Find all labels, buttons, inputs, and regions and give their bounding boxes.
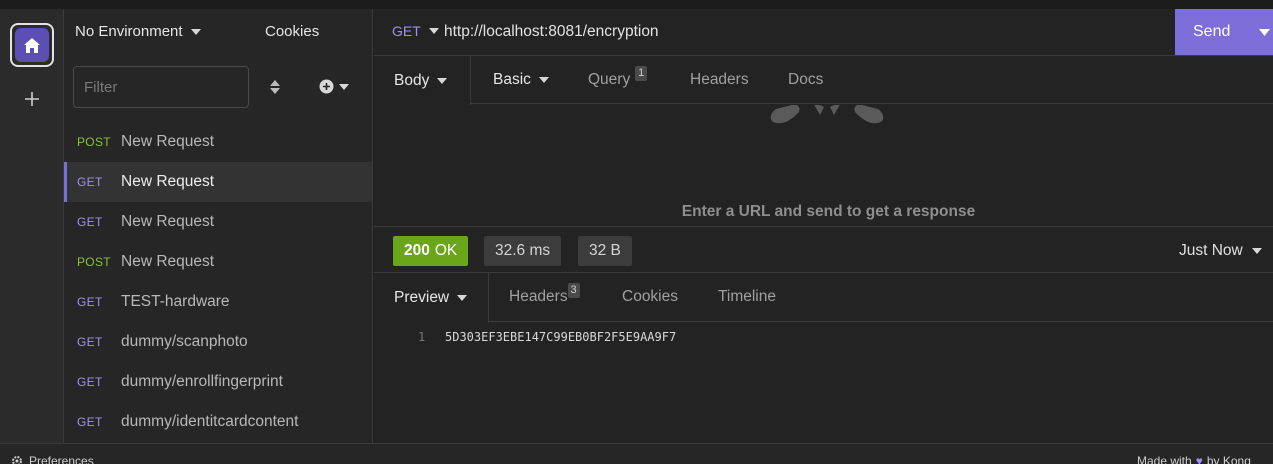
by-kong-label: by Kong — [1206, 454, 1251, 464]
caret-down-icon — [190, 28, 201, 35]
tab-label: Headers — [509, 288, 568, 305]
tab-query[interactable]: Query 1 — [588, 56, 648, 104]
response-text[interactable]: 5D303EF3EBE147C99EB0BF2F5E9AA9F7 — [445, 330, 676, 344]
project-rail — [0, 9, 64, 443]
url-bar: GET http://localhost:8081/encryption Sen… — [374, 9, 1273, 56]
gear-icon — [12, 456, 22, 464]
filter-input[interactable] — [73, 66, 249, 108]
tab-label: Basic — [493, 71, 531, 88]
request-item-active[interactable]: GET New Request — [64, 162, 372, 202]
caret-down-icon — [437, 77, 448, 84]
heart-icon: ♥ — [1195, 454, 1203, 464]
tab-preview[interactable]: Preview — [374, 273, 489, 323]
response-history-dropdown[interactable]: Just Now — [1179, 242, 1262, 260]
preferences-label: Preferences — [29, 454, 94, 464]
request-item[interactable]: GET New Request — [64, 202, 372, 242]
cookies-button[interactable]: Cookies — [265, 23, 319, 40]
made-with-credit[interactable]: Made with ♥ by Kong — [1137, 454, 1251, 464]
caret-down-icon — [1251, 248, 1262, 254]
request-name: New Request — [121, 173, 215, 190]
tab-label: Timeline — [718, 288, 776, 305]
add-project-button[interactable] — [20, 87, 44, 111]
new-request-menu-button[interactable] — [319, 79, 349, 94]
request-name: New Request — [121, 253, 215, 270]
request-sidebar: No Environment Cookies POST New Request … — [64, 9, 373, 443]
line-number: 1 — [418, 330, 426, 344]
response-size-badge: 32 B — [578, 236, 632, 266]
status-code: 200 — [404, 242, 430, 259]
status-text: OK — [434, 242, 458, 259]
plus-circle-icon — [319, 79, 334, 94]
method-badge: GET — [77, 215, 103, 229]
send-label: Send — [1193, 23, 1231, 40]
headers-count-badge: 3 — [567, 282, 580, 298]
response-preview[interactable]: 1 5D303EF3EBE147C99EB0BF2F5E9AA9F7 — [374, 323, 1273, 443]
request-name: dummy/scanphoto — [121, 333, 248, 350]
caret-down-icon[interactable] — [1259, 29, 1270, 36]
status-footer: Preferences Made with ♥ by Kong — [0, 443, 1273, 464]
plus-icon — [25, 92, 39, 106]
status-badge: 200 OK — [393, 236, 469, 266]
request-tabs: Body Basic Query 1 Headers Docs — [374, 56, 1273, 105]
request-name: dummy/enrollfingerprint — [121, 373, 283, 390]
sort-icon[interactable] — [268, 77, 282, 97]
response-status-bar: 200 OK 32.6 ms 32 B Just Now — [374, 226, 1273, 273]
url-input[interactable]: http://localhost:8081/encryption — [444, 23, 659, 41]
response-tabs: Preview Headers 3 Cookies Timeline — [374, 273, 1273, 323]
request-list: POST New Request GET New Request GET New… — [64, 122, 372, 442]
tab-label: Preview — [394, 289, 450, 306]
tab-response-cookies[interactable]: Cookies — [622, 273, 678, 321]
main-panel: GET http://localhost:8081/encryption Sen… — [374, 9, 1273, 443]
tab-label: Docs — [788, 71, 824, 88]
method-badge: GET — [77, 175, 103, 189]
send-button[interactable]: Send — [1175, 9, 1273, 55]
tab-label: Headers — [690, 71, 749, 88]
caret-down-icon — [457, 295, 468, 301]
tab-body[interactable]: Body — [374, 56, 471, 105]
query-count-badge: 1 — [635, 65, 648, 81]
home-button[interactable] — [10, 23, 54, 67]
caret-down-icon — [428, 28, 439, 34]
method-badge: GET — [77, 295, 103, 309]
request-item[interactable]: POST New Request — [64, 242, 372, 282]
tab-label: Body — [394, 71, 430, 89]
home-icon — [15, 28, 49, 62]
method-selector[interactable]: GET — [392, 23, 439, 39]
method-badge: GET — [77, 415, 103, 429]
request-name: dummy/identitcardcontent — [121, 413, 299, 430]
request-name: New Request — [121, 213, 215, 230]
request-name: TEST-hardware — [121, 293, 230, 310]
insomnia-mascot-icon — [770, 105, 884, 124]
request-item[interactable]: GET dummy/scanphoto — [64, 322, 372, 362]
request-item[interactable]: GET dummy/enrollfingerprint — [64, 362, 372, 402]
environment-selector[interactable]: No Environment — [75, 23, 201, 40]
method-badge: POST — [77, 255, 111, 269]
request-body-empty-state: Enter a URL and send to get a response — [374, 105, 1273, 226]
method-badge: POST — [77, 135, 111, 149]
window-top-border — [0, 0, 1273, 9]
empty-state-hint: Enter a URL and send to get a response — [681, 203, 976, 220]
environment-label: No Environment — [75, 23, 183, 40]
tab-response-headers[interactable]: Headers 3 — [509, 273, 580, 321]
tab-auth[interactable]: Basic — [493, 56, 549, 104]
tab-docs[interactable]: Docs — [788, 56, 823, 104]
made-with-label: Made with — [1137, 454, 1192, 464]
caret-down-icon — [538, 77, 549, 83]
tab-label: Query — [588, 71, 631, 88]
method-badge: GET — [77, 335, 103, 349]
preferences-button[interactable]: Preferences — [11, 454, 94, 464]
request-name: New Request — [121, 133, 215, 150]
caret-down-icon — [339, 83, 349, 90]
request-item[interactable]: POST New Request — [64, 122, 372, 162]
method-label: GET — [392, 23, 421, 39]
history-label: Just Now — [1179, 242, 1243, 259]
response-time-badge: 32.6 ms — [484, 236, 562, 266]
tab-label: Cookies — [622, 288, 678, 305]
tab-timeline[interactable]: Timeline — [718, 273, 776, 321]
tab-headers[interactable]: Headers — [690, 56, 749, 104]
request-item[interactable]: GET TEST-hardware — [64, 282, 372, 322]
method-badge: GET — [77, 375, 103, 389]
request-item[interactable]: GET dummy/identitcardcontent — [64, 402, 372, 442]
